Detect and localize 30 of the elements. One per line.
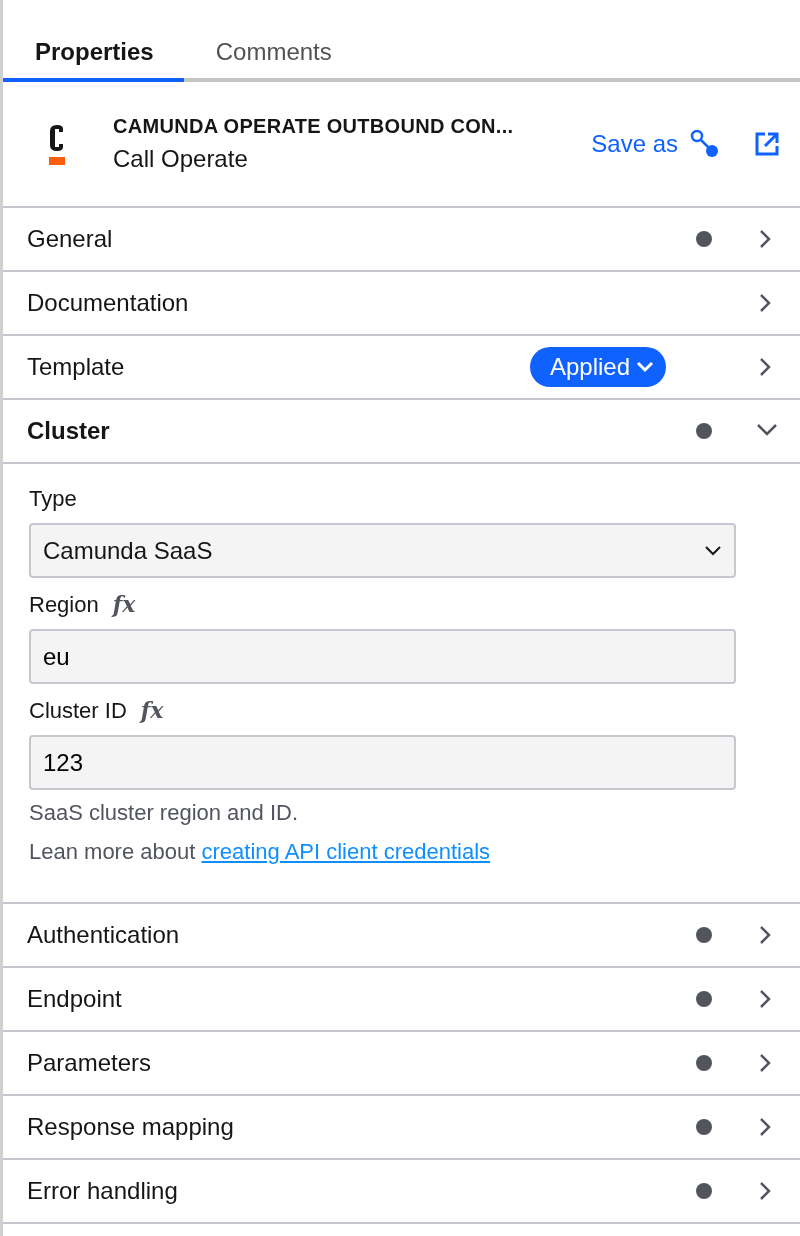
field-label: Type [29,485,77,513]
group-header[interactable]: Documentation [27,285,696,321]
group-header[interactable]: Parameters [27,1045,696,1081]
caret-icon [636,361,654,373]
open-external-icon[interactable] [754,131,780,157]
feel-icon: fx [140,694,164,727]
field-label: Cluster ID [29,697,127,725]
help-text: Lean more about creating API client credentials [29,838,492,866]
key-icon[interactable] [690,129,720,159]
template-title: CAMUNDA OPERATE OUTBOUND CON... [113,114,515,139]
group-header[interactable]: Template [27,349,530,385]
type-select[interactable]: Camunda SaaS [29,523,736,578]
group-header[interactable]: Cluster [27,413,696,449]
feel-icon: fx [112,588,136,621]
caret-icon [704,544,722,557]
input-field[interactable]: 123 [29,735,736,790]
tab[interactable]: Properties [3,0,184,82]
group-header[interactable]: Endpoint [27,981,696,1017]
group-header[interactable]: Response mapping [27,1109,696,1145]
tab[interactable]: Comments [183,0,362,82]
help-text: SaaS cluster region and ID. [29,799,300,827]
applied-dropdown[interactable]: Applied [529,347,666,387]
field-label: Region [29,591,99,619]
element-name: Call Operate [113,144,249,174]
save-as-link[interactable]: Save as [591,126,678,162]
logo-icon [47,123,67,165]
input-field[interactable]: eu [29,629,736,684]
group-header[interactable]: General [27,221,696,257]
group-header[interactable]: Authentication [27,917,696,953]
group-header[interactable]: Error handling [27,1173,696,1209]
